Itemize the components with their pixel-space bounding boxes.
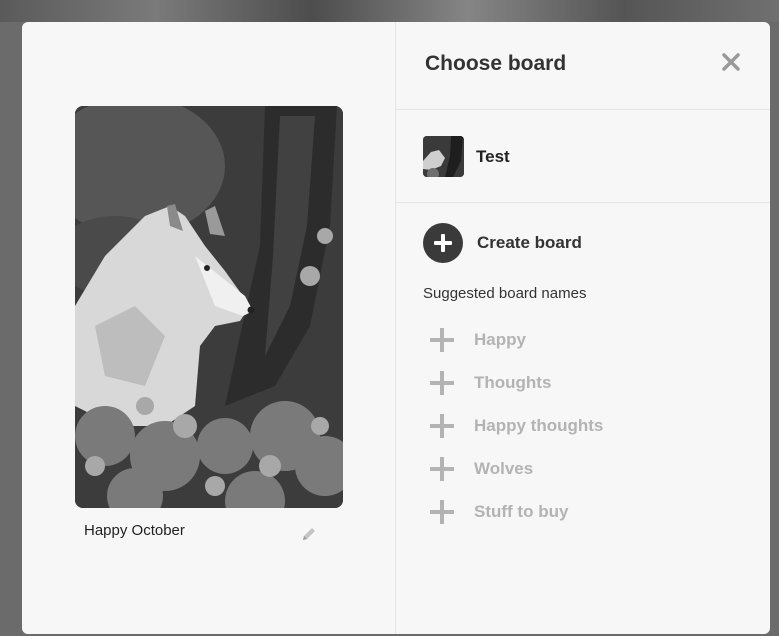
dialog-title: Choose board — [425, 52, 567, 75]
choose-board-dialog: Happy October Choose board Test Create b… — [22, 22, 770, 634]
board-item-test[interactable]: Test — [396, 110, 770, 203]
plus-icon — [430, 370, 454, 395]
pin-preview-pane: Happy October — [22, 22, 396, 634]
plus-icon — [430, 499, 454, 524]
plus-circle-icon — [423, 223, 463, 263]
board-thumbnail — [423, 136, 464, 177]
create-board-label: Create board — [477, 233, 582, 252]
close-icon[interactable] — [721, 52, 741, 72]
suggestion-happy-thoughts[interactable]: Happy thoughts — [430, 404, 603, 447]
suggestion-thoughts[interactable]: Thoughts — [430, 361, 603, 404]
suggestion-label: Happy — [474, 329, 526, 349]
suggested-board-names-heading: Suggested board names — [423, 285, 587, 302]
suggestion-label: Stuff to buy — [474, 501, 569, 521]
suggestion-happy[interactable]: Happy — [430, 318, 603, 361]
pencil-icon[interactable] — [300, 525, 318, 543]
dialog-header: Choose board — [396, 22, 770, 110]
suggestion-wolves[interactable]: Wolves — [430, 447, 603, 490]
suggestion-label: Thoughts — [474, 372, 552, 392]
suggestion-label: Happy thoughts — [474, 415, 604, 435]
suggestion-stuff-to-buy[interactable]: Stuff to buy — [430, 490, 603, 533]
plus-icon — [430, 327, 454, 352]
board-picker-pane: Choose board Test Create board Suggested… — [396, 22, 770, 634]
pin-image — [75, 106, 343, 508]
suggested-board-list: Happy Thoughts Happy thoughts Wolves Stu… — [430, 318, 603, 533]
plus-icon — [430, 413, 454, 438]
suggestion-label: Wolves — [474, 458, 534, 478]
pin-caption: Happy October — [84, 522, 185, 539]
board-name: Test — [476, 147, 510, 166]
background-overlay — [0, 0, 779, 22]
plus-icon — [430, 456, 454, 481]
create-board-button[interactable]: Create board — [423, 222, 582, 264]
